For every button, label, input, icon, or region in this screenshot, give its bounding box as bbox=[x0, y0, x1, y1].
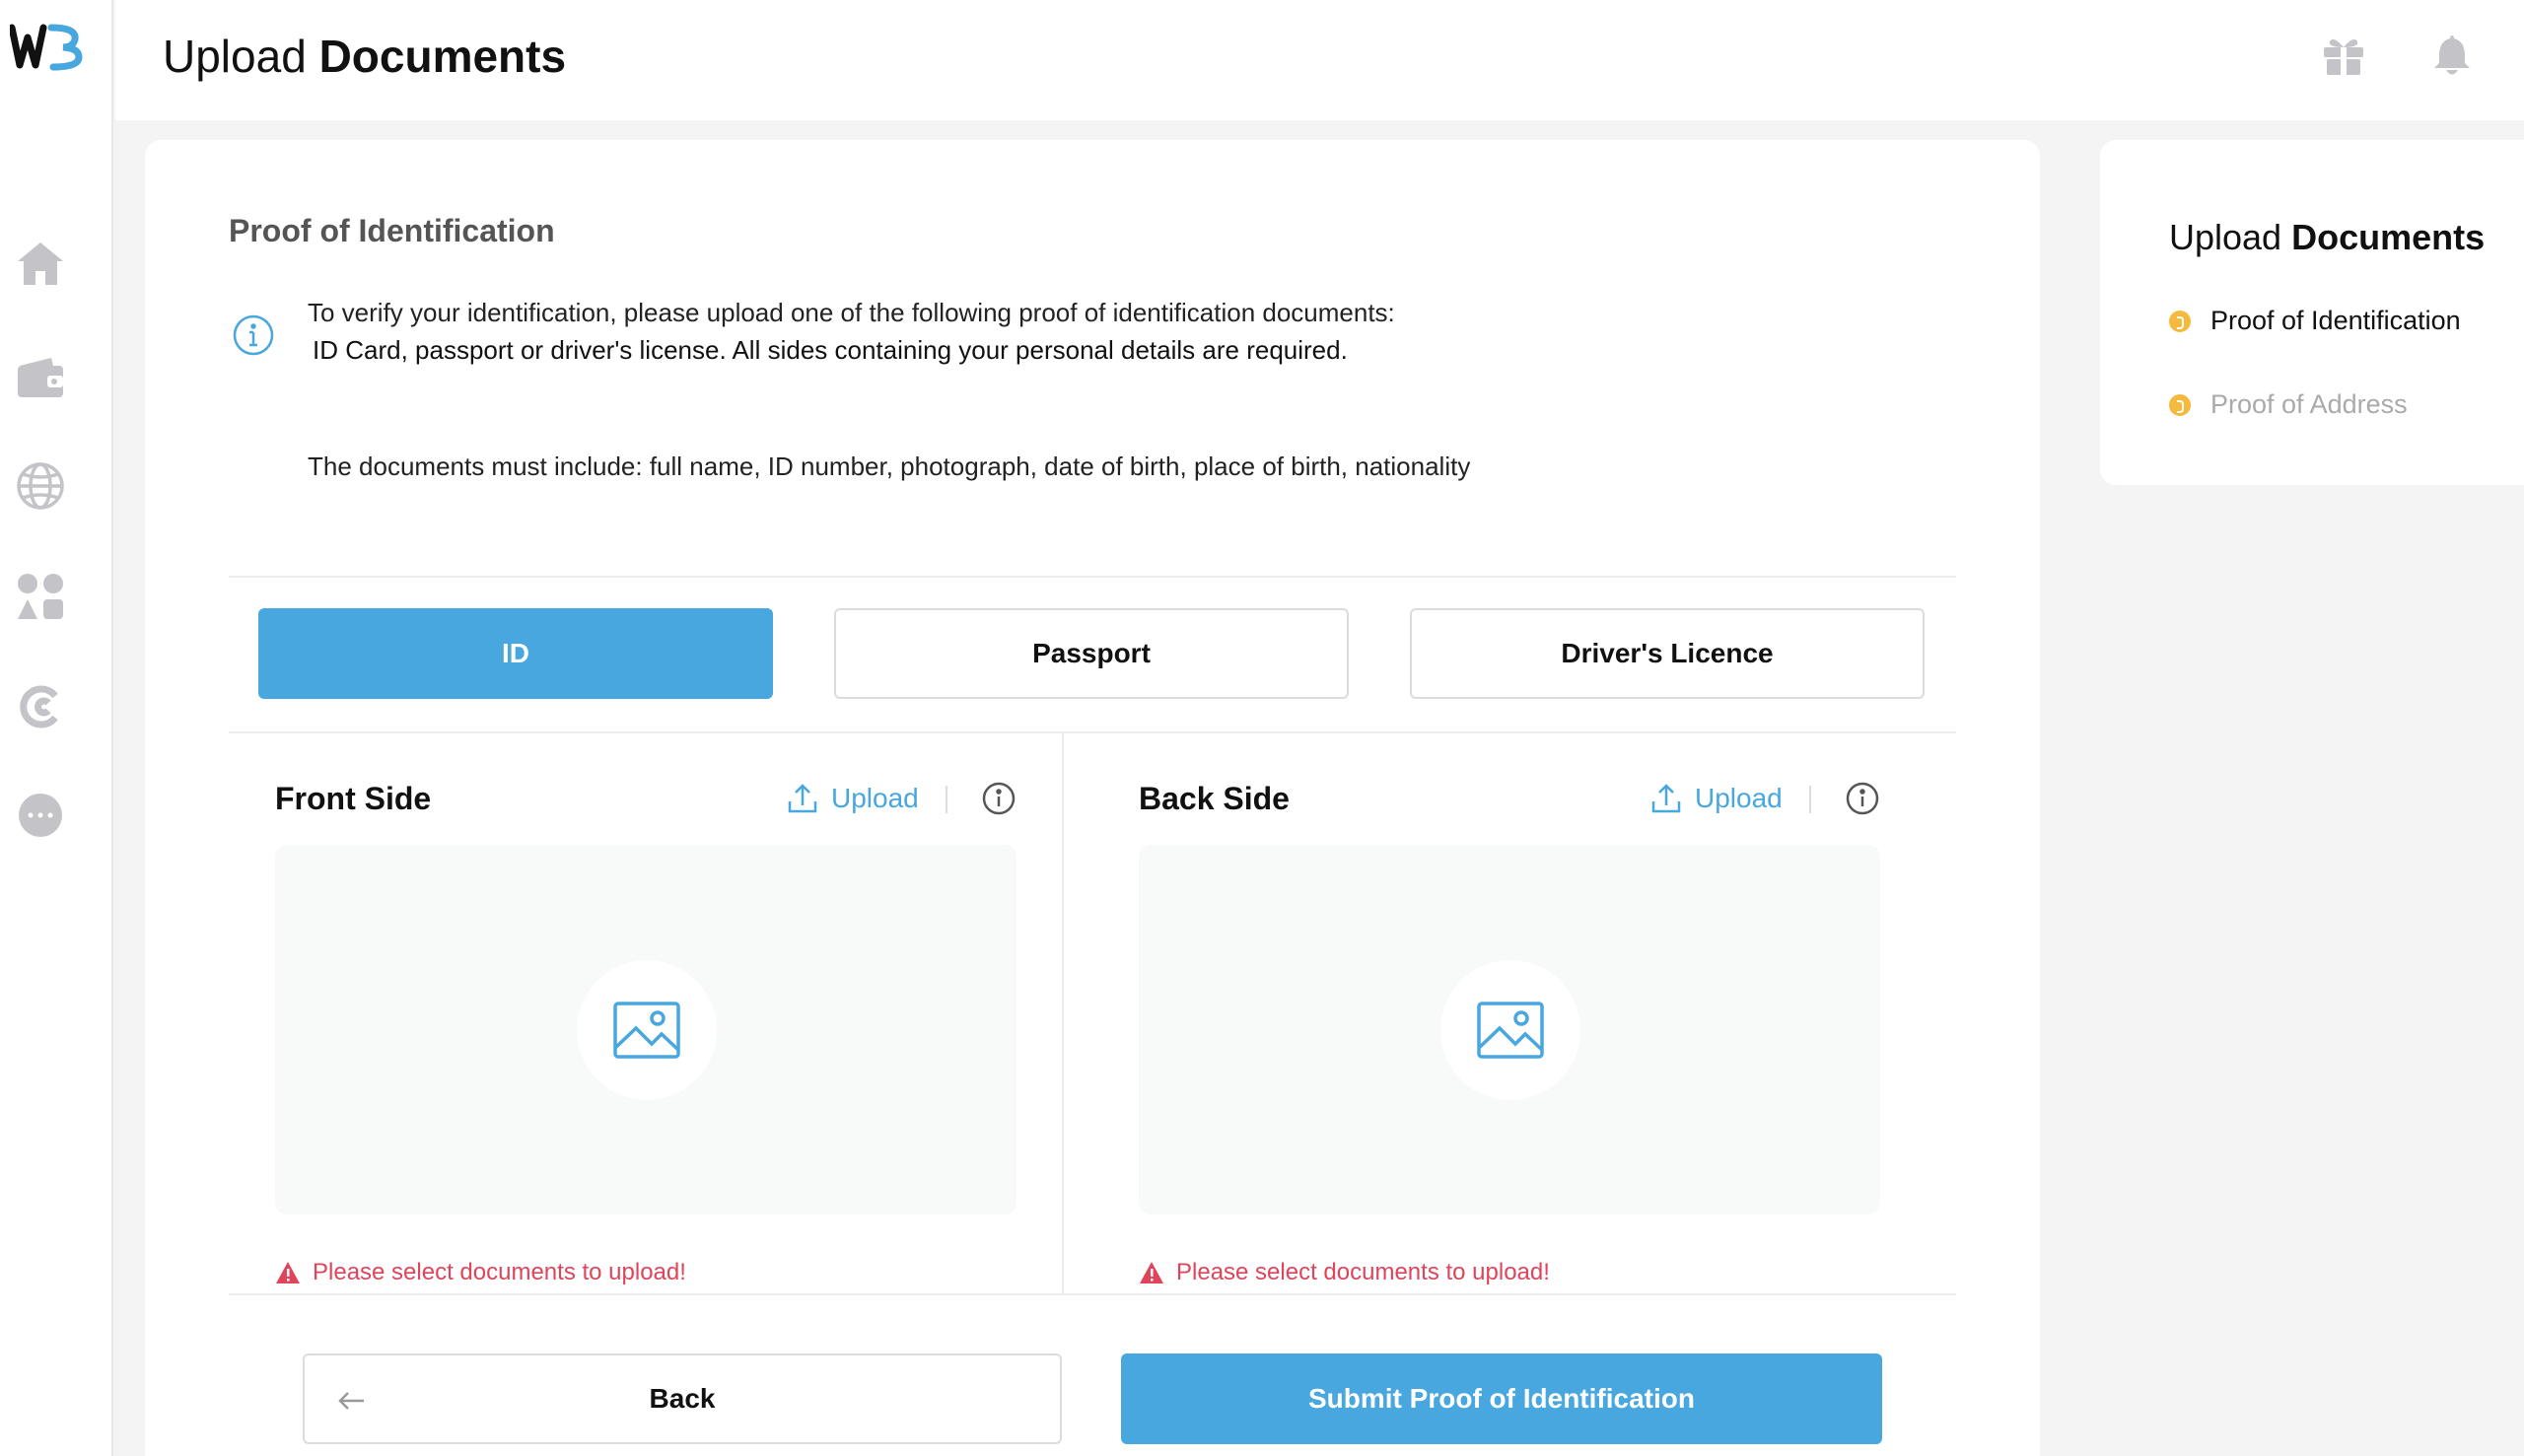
gift-icon[interactable] bbox=[2318, 30, 2369, 81]
step-label: Proof of Identification bbox=[2210, 306, 2461, 335]
back-side-title: Back Side bbox=[1139, 781, 1290, 816]
progress-card: Upload Documents Proof of Identification… bbox=[2100, 140, 2524, 485]
back-error-message: Please select documents to upload! bbox=[1139, 1259, 1550, 1286]
home-icon[interactable] bbox=[14, 237, 67, 290]
back-upload-button[interactable]: Upload bbox=[1649, 779, 1783, 818]
step-dot-icon bbox=[2169, 310, 2191, 332]
step-proof-of-address[interactable]: Proof of Address bbox=[2169, 389, 2408, 420]
app-logo[interactable] bbox=[8, 22, 89, 73]
front-dropzone[interactable] bbox=[275, 845, 1017, 1214]
page-title-light: Upload bbox=[163, 31, 307, 82]
upload-icon bbox=[1651, 784, 1681, 813]
image-placeholder bbox=[577, 960, 717, 1100]
bell-icon[interactable] bbox=[2426, 30, 2478, 81]
image-icon bbox=[613, 1002, 680, 1059]
sidebar bbox=[0, 0, 113, 1456]
front-side-panel: Front Side Upload Please select document… bbox=[275, 731, 1064, 1293]
separator bbox=[946, 786, 947, 813]
page-title-bold: Documents bbox=[318, 31, 567, 82]
more-icon[interactable] bbox=[14, 789, 67, 842]
requirements-text: The documents must include: full name, I… bbox=[308, 451, 1471, 481]
front-upload-button[interactable]: Upload bbox=[786, 779, 919, 818]
info-text-line2: ID Card, passport or driver's license. A… bbox=[313, 335, 1348, 365]
info-text-line1: To verify your identification, please up… bbox=[308, 298, 1395, 327]
upload-label: Upload bbox=[831, 783, 919, 813]
image-placeholder bbox=[1440, 960, 1580, 1100]
progress-title-bold: Documents bbox=[2291, 217, 2486, 257]
info-icon[interactable] bbox=[1845, 781, 1880, 816]
panel-divider bbox=[1062, 731, 1064, 1293]
error-text: Please select documents to upload! bbox=[1176, 1259, 1550, 1285]
upload-icon bbox=[788, 784, 817, 813]
divider bbox=[229, 576, 1956, 578]
back-label: Back bbox=[649, 1383, 716, 1414]
apps-icon[interactable] bbox=[14, 570, 67, 623]
top-header: Upload Documents bbox=[115, 0, 2524, 120]
document-type-tabs: ID Passport Driver's Licence bbox=[258, 608, 1925, 699]
tab-id[interactable]: ID bbox=[258, 608, 773, 699]
section-title: Proof of Identification bbox=[229, 213, 555, 248]
warning-icon bbox=[1140, 1262, 1163, 1283]
upload-card: Proof of Identification To verify your i… bbox=[145, 140, 2040, 1456]
image-icon bbox=[1477, 1002, 1544, 1059]
separator bbox=[1809, 786, 1811, 813]
back-button[interactable]: Back bbox=[303, 1353, 1062, 1444]
step-dot-icon bbox=[2169, 393, 2191, 416]
tab-drivers-licence[interactable]: Driver's Licence bbox=[1410, 608, 1925, 699]
wallet-icon[interactable] bbox=[14, 351, 67, 404]
step-proof-of-identification[interactable]: Proof of Identification bbox=[2169, 306, 2461, 336]
back-dropzone[interactable] bbox=[1139, 845, 1880, 1214]
back-side-panel: Back Side Upload Please select documents… bbox=[1139, 731, 1928, 1293]
coin-icon[interactable] bbox=[14, 680, 67, 733]
progress-title-light: Upload bbox=[2169, 217, 2282, 257]
info-icon[interactable] bbox=[981, 781, 1017, 816]
front-side-title: Front Side bbox=[275, 781, 432, 816]
front-error-message: Please select documents to upload! bbox=[275, 1259, 686, 1286]
submit-button[interactable]: Submit Proof of Identification bbox=[1121, 1353, 1882, 1444]
globe-icon[interactable] bbox=[14, 459, 67, 513]
page-title: Upload Documents bbox=[163, 30, 566, 83]
error-text: Please select documents to upload! bbox=[313, 1259, 686, 1285]
divider bbox=[229, 1293, 1956, 1295]
warning-icon bbox=[276, 1262, 300, 1283]
progress-title: Upload Documents bbox=[2169, 217, 2485, 258]
tab-passport[interactable]: Passport bbox=[834, 608, 1349, 699]
upload-label: Upload bbox=[1695, 783, 1783, 813]
info-circle-icon bbox=[232, 313, 275, 357]
arrow-left-icon bbox=[338, 1392, 364, 1410]
step-label: Proof of Address bbox=[2210, 389, 2408, 419]
